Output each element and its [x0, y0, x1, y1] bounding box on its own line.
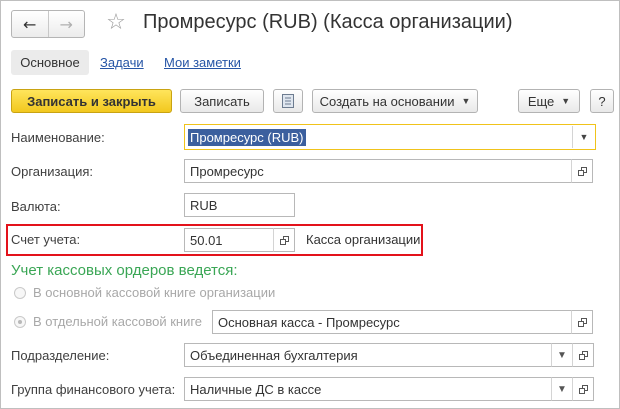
navigation-buttons: ← →	[11, 10, 85, 38]
favorite-button[interactable]: ☆	[104, 9, 128, 35]
organization-open-button[interactable]	[571, 159, 593, 183]
department-dropdown-button[interactable]: ▼	[551, 343, 573, 367]
open-icon	[279, 235, 289, 245]
fin-group-open-button[interactable]	[572, 377, 594, 401]
open-icon	[577, 166, 587, 176]
name-field[interactable]: Промресурс (RUB)	[184, 124, 596, 150]
organization-label: Организация:	[11, 164, 94, 179]
account-label: Счет учета:	[11, 232, 81, 247]
save-and-close-button[interactable]: Записать и закрыть	[11, 89, 172, 113]
open-icon	[578, 350, 588, 360]
currency-field[interactable]: RUB	[184, 193, 295, 217]
save-label: Записать	[194, 93, 250, 109]
more-label: Еще	[527, 93, 555, 109]
arrow-left-icon: ←	[23, 14, 37, 34]
create-based-on-button[interactable]: Создать на основании ▼	[312, 89, 478, 113]
radio-separate-book[interactable]	[14, 316, 26, 328]
field-divider	[572, 126, 573, 148]
save-button[interactable]: Записать	[180, 89, 264, 113]
more-button[interactable]: Еще ▼	[518, 89, 580, 113]
tab-main[interactable]: Основное	[11, 50, 89, 75]
tab-tasks[interactable]: Задачи	[100, 55, 144, 70]
department-open-button[interactable]	[572, 343, 594, 367]
document-list-button[interactable]	[273, 89, 303, 113]
help-button[interactable]: ?	[590, 89, 614, 113]
fin-group-value: Наличные ДС в кассе	[190, 381, 322, 397]
name-dropdown-button[interactable]: ▼	[575, 131, 593, 143]
department-value: Объединенная бухгалтерия	[190, 347, 358, 363]
name-value: Промресурс (RUB)	[188, 128, 306, 146]
chevron-down-icon: ▼	[579, 132, 589, 142]
back-button[interactable]: ←	[12, 11, 49, 37]
organization-value: Промресурс	[190, 163, 264, 179]
arrow-right-icon: →	[59, 14, 73, 34]
star-icon: ☆	[106, 9, 126, 35]
fin-group-dropdown-button[interactable]: ▼	[551, 377, 573, 401]
chevron-down-icon: ▼	[461, 96, 471, 106]
account-open-button[interactable]	[273, 228, 295, 252]
separate-book-field[interactable]: Основная касса - Промресурс	[212, 310, 572, 334]
forward-button[interactable]: →	[49, 11, 85, 37]
account-value: 50.01	[190, 232, 223, 248]
option-main-book-label: В основной кассовой книге организации	[33, 285, 276, 300]
account-field[interactable]: 50.01	[184, 228, 274, 252]
help-label: ?	[598, 93, 606, 109]
department-field[interactable]: Объединенная бухгалтерия	[184, 343, 552, 367]
currency-label: Валюта:	[11, 199, 61, 214]
currency-value: RUB	[190, 197, 218, 213]
tab-my-notes[interactable]: Мои заметки	[164, 55, 241, 70]
chevron-down-icon: ▼	[557, 383, 567, 395]
chevron-down-icon: ▼	[557, 349, 567, 361]
open-icon	[577, 317, 587, 327]
fin-group-label: Группа финансового учета:	[11, 382, 176, 397]
radio-main-book[interactable]	[14, 287, 26, 299]
account-description: Касса организации	[306, 232, 421, 247]
create-based-on-label: Создать на основании	[319, 93, 455, 109]
separate-book-value: Основная касса - Промресурс	[218, 314, 400, 330]
chevron-down-icon: ▼	[561, 96, 571, 106]
organization-field[interactable]: Промресурс	[184, 159, 572, 183]
save-and-close-label: Записать и закрыть	[27, 93, 156, 109]
department-label: Подразделение:	[11, 348, 110, 363]
orders-section-title: Учет кассовых ордеров ведется:	[11, 262, 238, 279]
separate-book-open-button[interactable]	[571, 310, 593, 334]
open-icon	[578, 384, 588, 394]
window-title: Промресурс (RUB) (Касса организации)	[143, 11, 513, 33]
option-separate-book-label: В отдельной кассовой книге	[33, 314, 203, 329]
name-label: Наименование:	[11, 130, 105, 145]
document-list-icon	[282, 94, 294, 108]
fin-group-field[interactable]: Наличные ДС в кассе	[184, 377, 552, 401]
